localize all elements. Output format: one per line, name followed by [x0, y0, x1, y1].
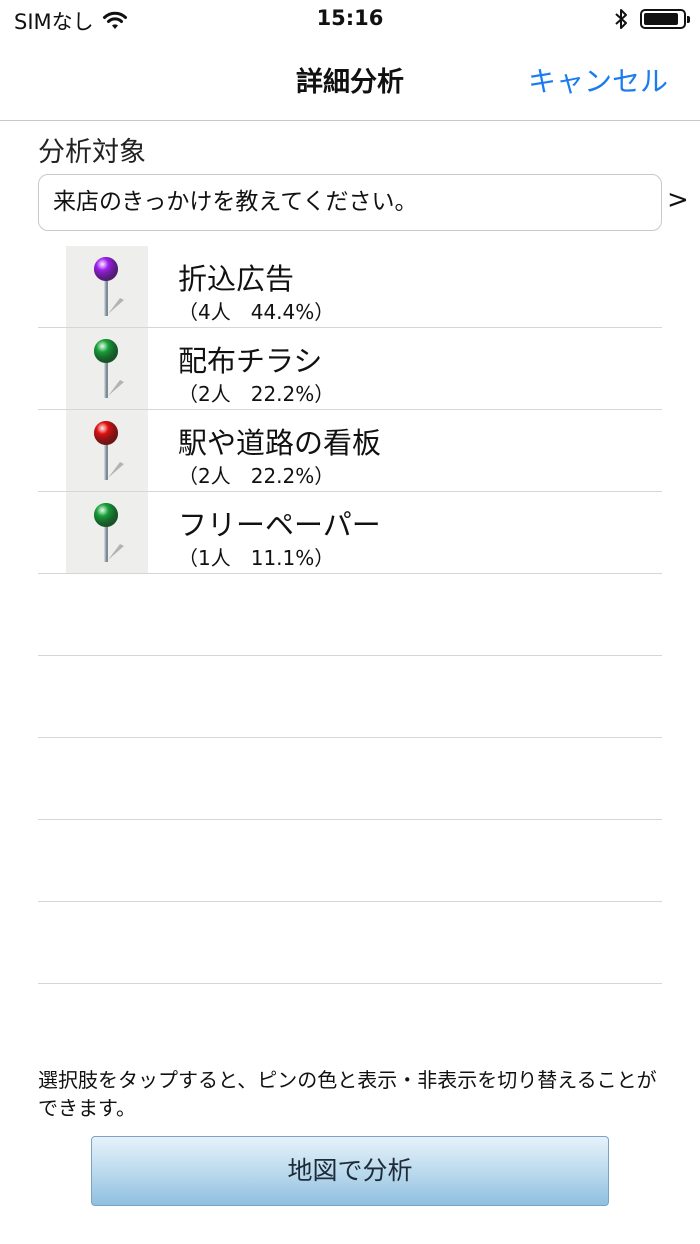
choice-title: 折込広告 [178, 262, 295, 296]
nav-bar: 詳細分析 キャンセル [0, 40, 700, 121]
pin-icon[interactable] [66, 492, 148, 573]
choice-title: フリーペーパー [178, 508, 381, 542]
empty-row [38, 738, 662, 820]
target-question-field[interactable]: 来店のきっかけを教えてください。 [38, 174, 662, 231]
choice-count: （1人 11.1%） [178, 546, 335, 570]
empty-row [38, 656, 662, 738]
empty-row [38, 574, 662, 656]
clock: 15:16 [316, 6, 384, 30]
bluetooth-icon [615, 9, 627, 29]
choice-count: （4人 44.4%） [178, 300, 335, 324]
pin-icon[interactable] [66, 410, 148, 491]
cancel-button[interactable]: キャンセル [528, 60, 668, 100]
target-disclosure-arrow[interactable]: > [667, 185, 689, 215]
choice-title: 配布チラシ [178, 344, 323, 378]
status-bar: SIMなし 15:16 [0, 0, 700, 40]
battery-level [644, 13, 678, 25]
choice-row[interactable]: 配布チラシ （2人 22.2%） [38, 328, 662, 410]
choice-count: （2人 22.2%） [178, 382, 335, 406]
analyze-on-map-button[interactable]: 地図で分析 [91, 1136, 609, 1206]
choice-row[interactable]: 折込広告 （4人 44.4%） [38, 246, 662, 328]
pin-icon[interactable] [66, 328, 148, 409]
target-label: 分析対象 [38, 137, 146, 168]
hint-text: 選択肢をタップすると、ピンの色と表示・非表示を切り替えることができます。 [38, 1068, 657, 1120]
empty-row [38, 820, 662, 902]
choice-row[interactable]: 駅や道路の看板 （2人 22.2%） [38, 410, 662, 492]
pin-icon[interactable] [66, 246, 148, 327]
battery-icon [640, 9, 690, 29]
choice-count: （2人 22.2%） [178, 464, 335, 488]
status-right [614, 8, 690, 30]
choice-row[interactable]: フリーペーパー （1人 11.1%） [38, 492, 662, 574]
choice-list: 折込広告 （4人 44.4%） 配布チラシ （2人 22.2%） 駅や道路の看板 （2人 … [38, 246, 662, 984]
empty-row [38, 902, 662, 984]
choice-title: 駅や道路の看板 [178, 426, 382, 460]
